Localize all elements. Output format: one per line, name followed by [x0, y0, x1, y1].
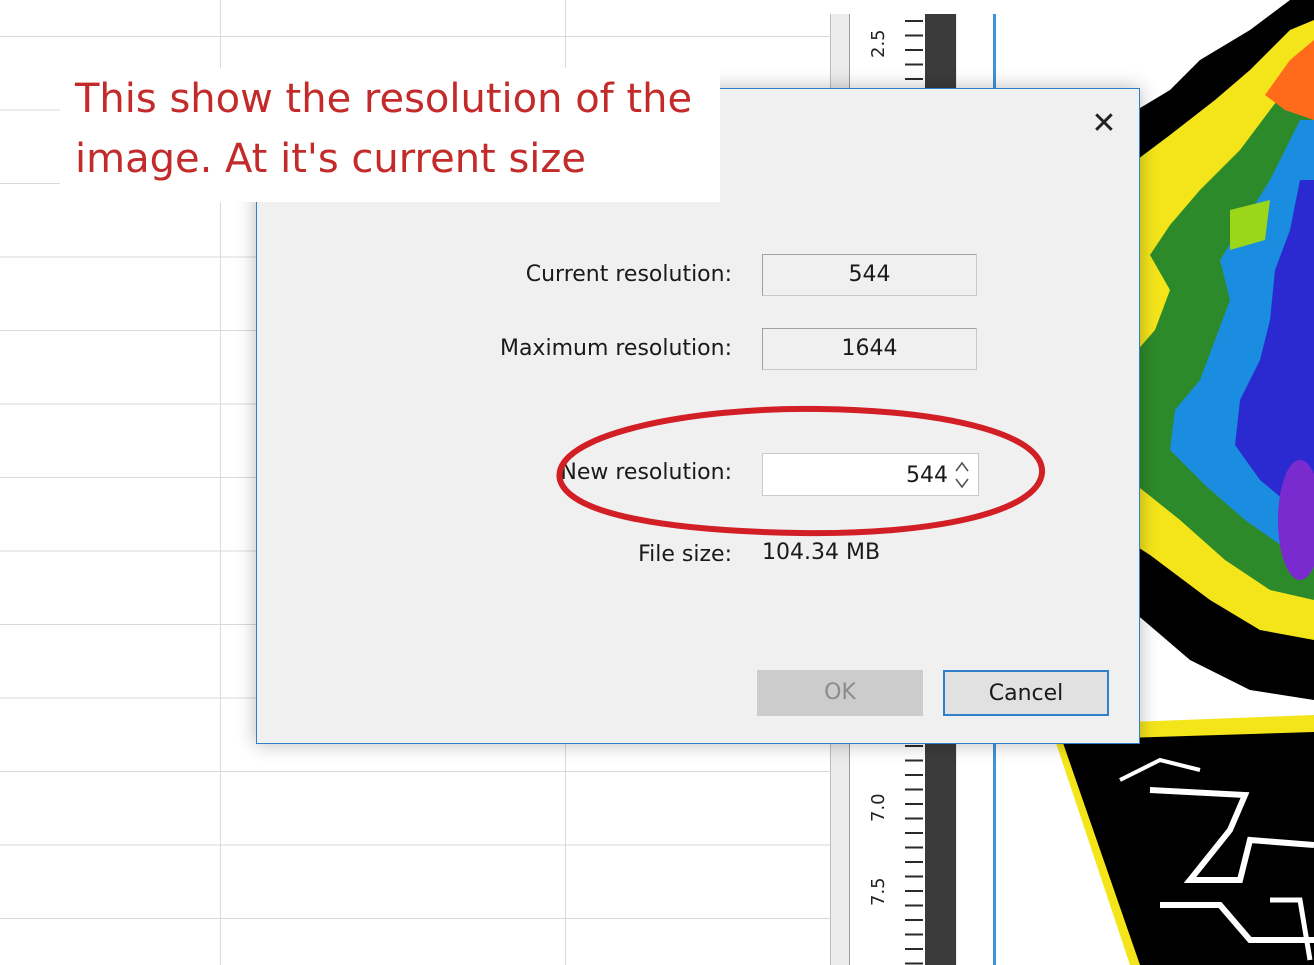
annotation-line-1: This show the resolution of the [75, 76, 693, 122]
ruler-label-7-0: 7.0 [868, 793, 889, 822]
current-resolution-field: 544 [762, 254, 977, 296]
ruler-label-2-5: 2.5 [868, 29, 889, 58]
maximum-resolution-field: 1644 [762, 328, 977, 370]
close-button[interactable]: ✕ [1084, 104, 1124, 144]
annotation-callout: This show the resolution of the image. A… [60, 68, 720, 202]
annotation-ellipse [556, 405, 1046, 537]
maximum-resolution-label: Maximum resolution: [499, 336, 732, 361]
ruler-label-7-5: 7.5 [868, 877, 889, 906]
ok-button[interactable]: OK [757, 670, 923, 716]
file-size-label: File size: [638, 542, 732, 567]
close-icon: ✕ [1091, 106, 1117, 141]
annotation-line-2: image. At it's current size [75, 136, 586, 182]
cancel-button[interactable]: Cancel [943, 670, 1109, 716]
current-resolution-label: Current resolution: [525, 262, 732, 287]
